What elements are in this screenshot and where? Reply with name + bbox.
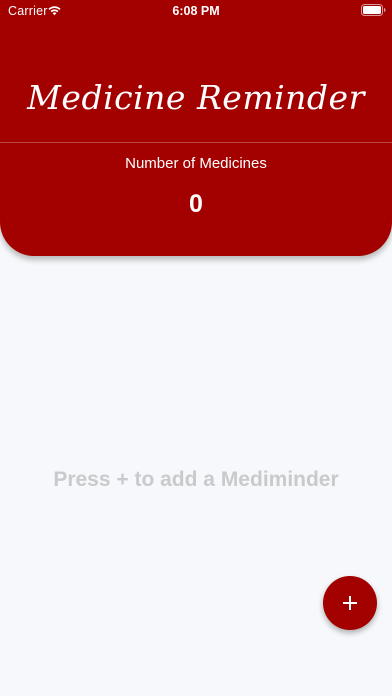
add-medicine-button[interactable]	[323, 576, 377, 630]
medicine-count-value: 0	[189, 190, 203, 218]
status-bar: Carrier 6:08 PM	[0, 0, 392, 22]
app-screen: Carrier 6:08 PM Medicine Reminder Number…	[0, 0, 392, 696]
header-panel: Carrier 6:08 PM Medicine Reminder Number…	[0, 0, 392, 256]
plus-icon	[343, 596, 357, 610]
status-time: 6:08 PM	[172, 4, 220, 18]
app-title: Medicine Reminder	[27, 78, 365, 117]
medicine-count-label: Number of Medicines	[125, 155, 267, 172]
battery-icon	[361, 4, 386, 16]
header-divider	[0, 142, 392, 143]
empty-state-hint: Press + to add a Mediminder	[53, 468, 339, 491]
